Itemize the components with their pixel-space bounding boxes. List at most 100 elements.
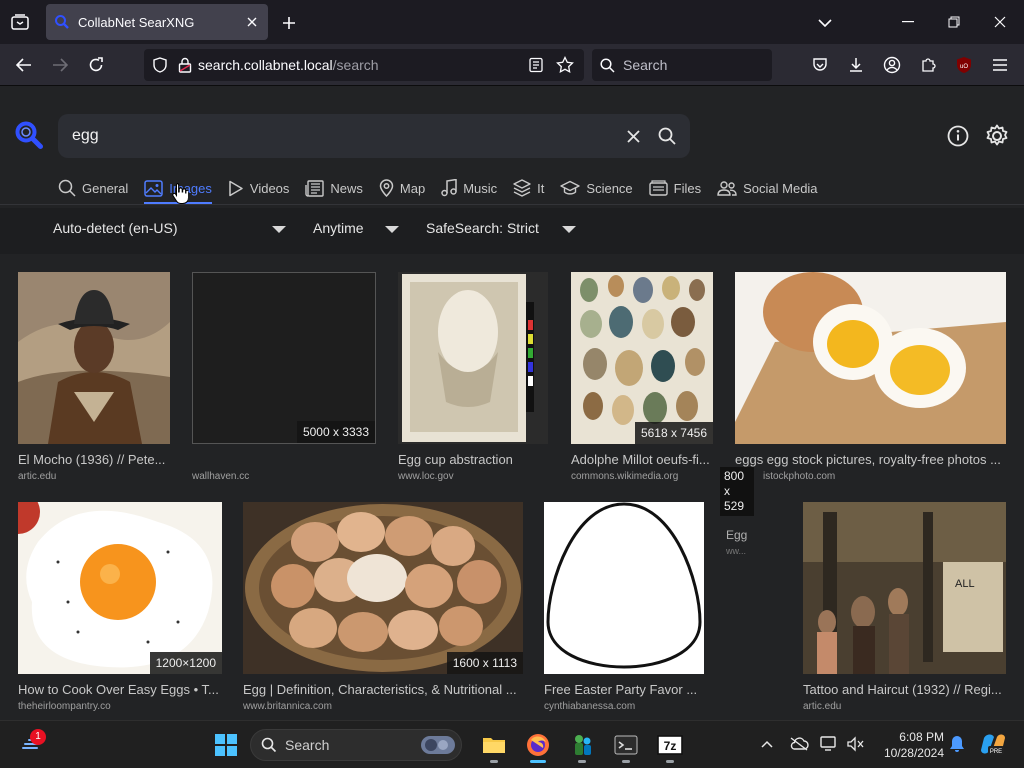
result-thumbnail[interactable]: 5000 x 3333 [192, 272, 376, 444]
gear-icon[interactable] [984, 123, 1010, 149]
tab-videos[interactable]: Videos [228, 174, 289, 202]
7zip-button[interactable]: 7z [652, 727, 688, 763]
result-title[interactable]: Egg | Definition, Characteristics, & Nut… [243, 682, 523, 697]
reader-view-icon[interactable] [528, 57, 544, 73]
close-window-button[interactable] [980, 6, 1020, 38]
bookmark-star-icon[interactable] [556, 56, 574, 74]
result-title[interactable]: Free Easter Party Favor ... [544, 682, 704, 697]
network-button[interactable] [818, 733, 840, 755]
result-thumbnail[interactable] [398, 272, 548, 444]
image-result[interactable]: 5000 x 3333 wallhaven.cc [192, 272, 376, 482]
volume-button[interactable] [844, 733, 866, 755]
forward-button[interactable] [46, 51, 74, 79]
safesearch-select[interactable]: SafeSearch: Strict [426, 220, 539, 236]
time-range-select[interactable]: Anytime [313, 220, 364, 236]
list-all-tabs-button[interactable] [812, 10, 838, 36]
close-icon [994, 16, 1006, 28]
result-title[interactable]: Egg cup abstraction [398, 452, 548, 467]
chevron-down-icon[interactable] [385, 226, 399, 233]
taskbar-search[interactable]: Search [250, 729, 462, 761]
tab-searxng[interactable]: CollabNet SearXNG [46, 4, 268, 40]
account-icon [883, 56, 901, 74]
language-select[interactable]: Auto-detect (en-US) [53, 220, 178, 236]
pocket-button[interactable] [806, 51, 834, 79]
tab-news[interactable]: News [305, 174, 363, 202]
tab-social-media[interactable]: Social Media [717, 174, 818, 202]
search-submit-button[interactable] [650, 119, 684, 153]
info-icon[interactable] [946, 124, 970, 148]
app-button[interactable] [564, 727, 600, 763]
web-search-box[interactable]: Search [592, 49, 772, 81]
music-note-icon [441, 179, 457, 197]
search-input[interactable]: egg [58, 127, 616, 145]
map-pin-icon [379, 179, 394, 197]
result-title[interactable]: Adolphe Millot oeufs-fi... [571, 452, 713, 467]
copilot-button[interactable]: PRE [978, 733, 1008, 755]
tab-music[interactable]: Music [441, 174, 497, 202]
arrow-left-icon [16, 58, 31, 72]
tab-label: Science [586, 180, 633, 196]
account-button[interactable] [878, 51, 906, 79]
tab-general[interactable]: General [58, 174, 128, 202]
image-result[interactable]: eggs egg stock pictures, royalty-free ph… [735, 272, 1006, 482]
chevron-down-icon[interactable] [562, 226, 576, 233]
image-result[interactable]: ALL Tattoo and Haircut (1932) // Regi...… [803, 502, 1006, 714]
result-thumbnail[interactable]: 1200×1200 [18, 502, 222, 674]
address-bar[interactable]: search.collabnet.local/search [144, 49, 584, 81]
play-icon [229, 180, 243, 196]
result-title[interactable]: How to Cook Over Easy Eggs • T... [18, 682, 222, 697]
result-title[interactable]: Egg [726, 528, 747, 542]
reload-button[interactable] [82, 51, 110, 79]
image-result[interactable]: 1200×1200 How to Cook Over Easy Eggs • T… [18, 502, 222, 714]
app-indicator [622, 760, 630, 763]
notifications-button[interactable] [946, 733, 968, 755]
onedrive-button[interactable] [788, 733, 810, 755]
show-hidden-icons-button[interactable] [756, 733, 778, 755]
close-icon [247, 17, 257, 27]
result-thumbnail[interactable] [18, 272, 170, 444]
ublock-button[interactable]: uO [950, 51, 978, 79]
result-thumbnail[interactable] [544, 502, 704, 674]
tab-science[interactable]: Science [560, 174, 633, 202]
new-tab-button[interactable] [276, 10, 302, 36]
tab-it[interactable]: It [513, 174, 544, 202]
firefox-button[interactable] [520, 727, 556, 763]
start-button[interactable] [208, 727, 244, 763]
image-result[interactable]: 5618 x 7456 Adolphe Millot oeufs-fi... c… [571, 272, 713, 482]
tab-files[interactable]: Files [648, 174, 701, 202]
result-title[interactable]: El Mocho (1936) // Pete... [18, 452, 170, 467]
system-clock[interactable]: 6:08 PM 10/28/2024 [870, 729, 944, 761]
image-result[interactable]: El Mocho (1936) // Pete... artic.edu [18, 272, 170, 482]
clear-search-button[interactable] [616, 119, 650, 153]
maximize-button[interactable] [934, 6, 974, 38]
app-indicator [666, 760, 674, 763]
result-url: artic.edu [18, 471, 57, 482]
searxng-logo-icon[interactable] [14, 120, 44, 150]
image-result[interactable]: Egg cup abstraction www.loc.gov [398, 272, 548, 482]
downloads-button[interactable] [842, 51, 870, 79]
app-menu-button[interactable] [986, 51, 1014, 79]
tab-map[interactable]: Map [379, 174, 425, 202]
result-thumbnail[interactable] [735, 272, 1006, 444]
image-result[interactable]: 1600 x 1113 Egg | Definition, Characteri… [243, 502, 523, 714]
result-thumbnail[interactable]: 1600 x 1113 [243, 502, 523, 674]
puzzle-icon [922, 58, 936, 72]
result-url: www.loc.gov [398, 471, 454, 482]
result-thumbnail[interactable]: 5618 x 7456 [571, 272, 713, 444]
tab-close-button[interactable] [240, 10, 264, 34]
ublock-shield-icon: uO [957, 57, 971, 73]
chevron-down-icon[interactable] [272, 226, 286, 233]
result-title[interactable]: Tattoo and Haircut (1932) // Regi... [803, 682, 1006, 697]
minimize-button[interactable] [888, 6, 928, 38]
extensions-button[interactable] [914, 51, 942, 79]
result-title[interactable]: eggs egg stock pictures, royalty-free ph… [735, 452, 1006, 467]
tab-label: Social Media [743, 180, 818, 196]
result-thumbnail[interactable]: ALL [803, 502, 1006, 674]
terminal-button[interactable] [608, 727, 644, 763]
hand-cursor-icon [172, 183, 188, 204]
tab-strip: CollabNet SearXNG [0, 0, 1024, 44]
file-explorer-button[interactable] [476, 727, 512, 763]
back-button[interactable] [10, 51, 38, 79]
image-result[interactable]: Free Easter Party Favor ... cynthiabanes… [544, 502, 704, 714]
tab-list-button[interactable] [6, 9, 34, 35]
